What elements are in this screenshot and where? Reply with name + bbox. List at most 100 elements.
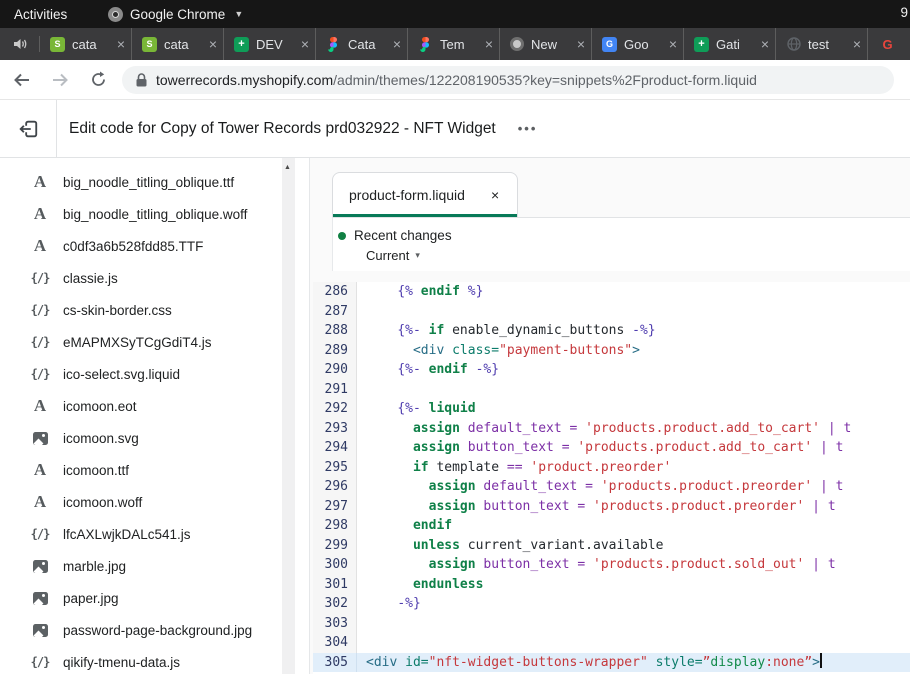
unsaved-dot-icon [338, 232, 346, 240]
close-icon[interactable]: × [301, 37, 309, 51]
close-icon[interactable]: × [577, 37, 585, 51]
code-line[interactable]: 302 -%} [313, 594, 910, 614]
file-name: classie.js [63, 271, 118, 286]
image-file-icon [30, 432, 50, 445]
file-row[interactable]: Aicomoon.ttf [0, 454, 309, 486]
file-row[interactable]: paper.jpg [0, 582, 309, 614]
close-icon[interactable]: × [491, 187, 499, 203]
version-label: Current [366, 248, 409, 263]
sheets-icon: + [694, 37, 709, 52]
file-row-partial[interactable] [0, 158, 309, 166]
code-line-text: assign button_text = 'products.product.s… [357, 555, 910, 575]
file-name: cs-skin-border.css [63, 303, 172, 318]
code-line[interactable]: 290 {%- endif -%} [313, 360, 910, 380]
browser-tab[interactable]: test× [776, 28, 868, 60]
code-line[interactable]: 297 assign button_text = 'products.produ… [313, 497, 910, 517]
file-row[interactable]: Ac0df3a6b528fdd85.TTF [0, 230, 309, 262]
line-number: 302 [313, 594, 357, 614]
close-icon[interactable]: × [669, 37, 677, 51]
code-line[interactable]: 291 [313, 380, 910, 400]
code-file-icon: {/} [30, 655, 50, 669]
browser-tab-partial[interactable]: G [868, 28, 898, 60]
code-file-icon: {/} [30, 271, 50, 285]
code-line[interactable]: 304 [313, 633, 910, 653]
file-row[interactable]: {/}cs-skin-border.css [0, 294, 309, 326]
file-name: lfcAXLwjkDALc541.js [63, 527, 191, 542]
chrome-app-menu[interactable]: Google Chrome ▼ [108, 7, 243, 22]
close-icon[interactable]: × [393, 37, 401, 51]
code-line[interactable]: 294 assign button_text = 'products.produ… [313, 438, 910, 458]
browser-tab[interactable]: Cata× [316, 28, 408, 60]
image-file-icon [30, 560, 50, 573]
file-row[interactable]: {/} classie.js [0, 262, 309, 294]
code-line[interactable]: 286 {% endif %} [313, 282, 910, 302]
file-row[interactable]: Aicomoon.woff [0, 486, 309, 518]
back-icon[interactable] [10, 68, 34, 92]
line-number: 305 [313, 653, 357, 673]
file-list: Abig_noodle_titling_oblique.ttfAbig_nood… [0, 158, 309, 674]
code-line[interactable]: 303 [313, 614, 910, 634]
close-icon[interactable]: × [761, 37, 769, 51]
file-row[interactable]: icomoon.svg [0, 422, 309, 454]
editor-tab-product-form[interactable]: product-form.liquid × [332, 172, 518, 217]
activities-button[interactable]: Activities [14, 7, 67, 22]
code-line[interactable]: 287 [313, 302, 910, 322]
file-row[interactable]: Abig_noodle_titling_oblique.ttf [0, 166, 309, 198]
sheets-icon: + [234, 37, 249, 52]
more-actions-button[interactable]: ••• [518, 121, 538, 136]
code-line[interactable]: 298 endif [313, 516, 910, 536]
forward-icon[interactable] [48, 68, 72, 92]
browser-tab[interactable]: + DEV × [224, 28, 316, 60]
code-line[interactable]: 300 assign button_text = 'products.produ… [313, 555, 910, 575]
reload-icon[interactable] [86, 68, 110, 92]
code-line[interactable]: 293 assign default_text = 'products.prod… [313, 419, 910, 439]
speaker-icon[interactable] [0, 36, 40, 52]
code-line[interactable]: 299 unless current_variant.available [313, 536, 910, 556]
browser-tab[interactable]: GGoo× [592, 28, 684, 60]
browser-tab-label: DEV [256, 37, 294, 52]
browser-tab-label: New [531, 37, 570, 52]
code-line-active[interactable]: 305<div id="nft-widget-buttons-wrapper" … [313, 653, 910, 673]
file-row[interactable]: {/}eMAPMXSyTCgGdiT4.js [0, 326, 309, 358]
version-dropdown[interactable]: Current ▾ [366, 248, 910, 263]
line-number: 289 [313, 341, 357, 361]
scroll-up-icon[interactable]: ▲ [284, 164, 291, 171]
browser-tab[interactable]: New × [500, 28, 592, 60]
text-cursor [820, 653, 822, 668]
file-row[interactable]: {/}ico-select.svg.liquid [0, 358, 309, 390]
code-line[interactable]: 295 if template == 'product.preorder' [313, 458, 910, 478]
file-row[interactable]: Aicomoon.eot [0, 390, 309, 422]
browser-tab[interactable]: +Gati× [684, 28, 776, 60]
code-line[interactable]: 288 {%- if enable_dynamic_buttons -%} [313, 321, 910, 341]
code-editor-panel: product-form.liquid × Recent changes Cur… [310, 158, 910, 674]
browser-tab[interactable]: Scata× [40, 28, 132, 60]
code-area[interactable]: 286 {% endif %}287288 {%- if enable_dyna… [313, 282, 910, 674]
active-tab-underline [333, 214, 517, 217]
sidebar-scrollbar[interactable]: ▲ [282, 158, 295, 674]
lens-icon [510, 37, 524, 51]
browser-tab[interactable]: Tem× [408, 28, 500, 60]
line-number: 299 [313, 536, 357, 556]
file-row[interactable]: Abig_noodle_titling_oblique.woff [0, 198, 309, 230]
code-line-text [357, 633, 910, 653]
chevron-down-icon: ▾ [415, 250, 420, 261]
file-row[interactable]: marble.jpg [0, 550, 309, 582]
code-line[interactable]: 301 endunless [313, 575, 910, 595]
address-bar[interactable]: towerrecords.myshopify.com/admin/themes/… [122, 66, 894, 94]
close-icon[interactable]: × [853, 37, 861, 51]
line-number: 291 [313, 380, 357, 400]
file-row[interactable]: {/} lfcAXLwjkDALc541.js [0, 518, 309, 550]
close-icon[interactable]: × [117, 37, 125, 51]
close-icon[interactable]: × [485, 37, 493, 51]
browser-tab[interactable]: Scata× [132, 28, 224, 60]
file-row[interactable]: {/}qikify-tmenu-data.js [0, 646, 309, 674]
browser-tab-label: cata [164, 37, 202, 52]
code-line[interactable]: 289 <div class="payment-buttons"> [313, 341, 910, 361]
exit-code-editor-button[interactable] [0, 100, 57, 157]
file-row[interactable]: password-page-background.jpg [0, 614, 309, 646]
recent-changes-label: Recent changes [354, 228, 452, 243]
code-file-icon: {/} [30, 527, 50, 541]
code-line[interactable]: 296 assign default_text = 'products.prod… [313, 477, 910, 497]
close-icon[interactable]: × [209, 37, 217, 51]
code-line[interactable]: 292 {%- liquid [313, 399, 910, 419]
